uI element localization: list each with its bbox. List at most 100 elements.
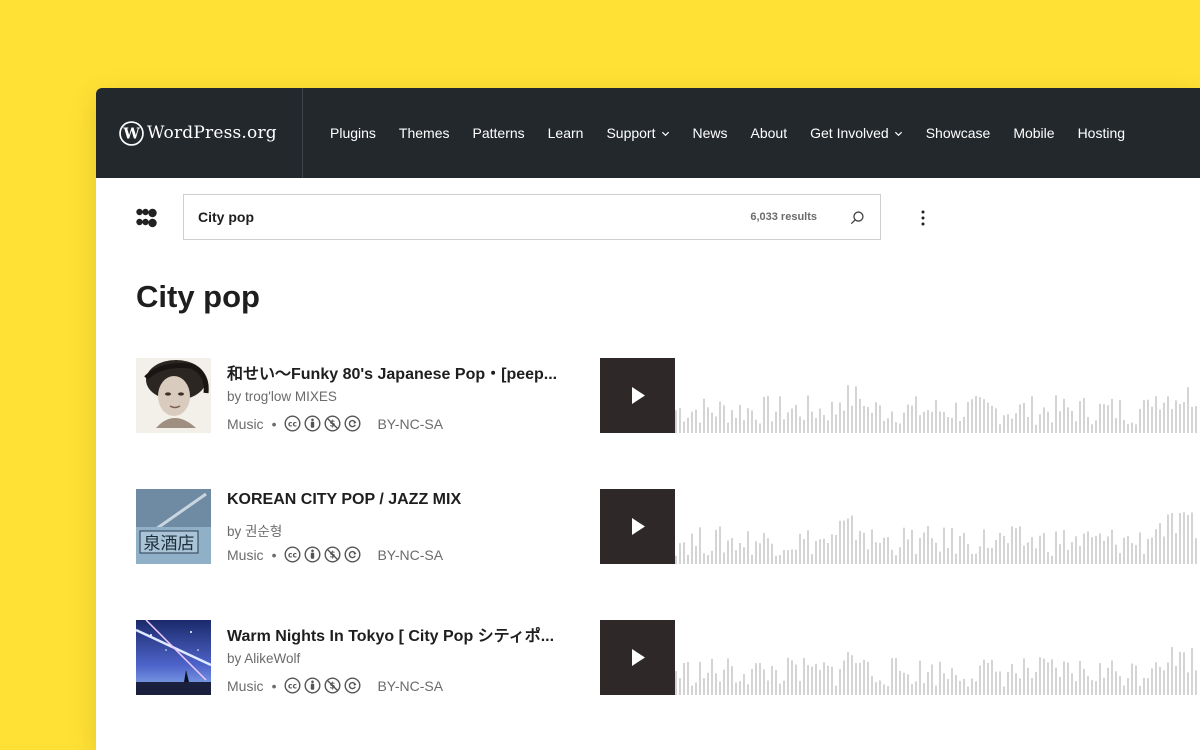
waveform-bar — [951, 668, 953, 695]
track-thumbnail[interactable] — [136, 358, 211, 433]
svg-text:cc: cc — [289, 419, 298, 428]
waveform-bar — [1155, 529, 1157, 564]
waveform-bar — [779, 683, 781, 695]
waveform-bar — [1071, 542, 1073, 564]
waveform-bar — [731, 538, 733, 564]
waveform-bar — [739, 404, 741, 433]
waveform-bar — [1103, 677, 1105, 695]
waveform-bar — [1171, 513, 1173, 564]
waveform-bar — [967, 686, 969, 695]
nav-label: News — [692, 125, 728, 141]
nav-about[interactable]: About — [751, 125, 788, 141]
track-license[interactable]: BY-NC-SA — [377, 678, 443, 694]
wordpress-logo-link[interactable]: W WordPress.org — [96, 88, 303, 178]
waveform-bar — [855, 386, 857, 433]
nav-showcase[interactable]: Showcase — [926, 125, 991, 141]
waveform-bar — [711, 412, 713, 433]
waveform-bar — [1195, 670, 1197, 695]
track-thumbnail[interactable] — [136, 620, 211, 695]
waveform[interactable] — [675, 620, 1200, 695]
play-button[interactable] — [600, 358, 675, 433]
track-author[interactable]: by 권순형 — [227, 520, 282, 540]
nav-themes[interactable]: Themes — [399, 125, 450, 141]
waveform-bar — [1147, 538, 1149, 564]
waveform-bar — [867, 661, 869, 695]
waveform-bar — [779, 555, 781, 564]
waveform-bar — [703, 398, 705, 433]
waveform-bar — [1179, 513, 1181, 564]
nav-label: Plugins — [330, 125, 376, 141]
waveform-bar — [1075, 536, 1077, 564]
waveform-bar — [743, 674, 745, 695]
waveform-bar — [819, 539, 821, 564]
license-icons[interactable]: cc $ — [284, 546, 364, 563]
waveform-bar — [1127, 423, 1129, 433]
waveform-bar — [1171, 409, 1173, 433]
waveform-bar — [743, 420, 745, 433]
track-author[interactable]: by AlikeWolf — [227, 651, 300, 666]
nav-mobile[interactable]: Mobile — [1013, 125, 1054, 141]
waveform-bar — [955, 402, 957, 433]
track-license[interactable]: BY-NC-SA — [377, 416, 443, 432]
waveform-bar — [1163, 670, 1165, 695]
waveform[interactable] — [675, 489, 1200, 564]
nav-plugins[interactable]: Plugins — [330, 125, 376, 141]
waveform-bar — [1043, 658, 1045, 695]
waveform[interactable] — [675, 358, 1200, 433]
waveform-bar — [1031, 678, 1033, 695]
waveform-bar — [711, 550, 713, 564]
waveform-bar — [719, 401, 721, 433]
nav-hosting[interactable]: Hosting — [1078, 125, 1125, 141]
waveform-bar — [1183, 402, 1185, 433]
more-vertical-icon[interactable] — [913, 208, 933, 228]
wordpress-logo-icon: W — [119, 120, 144, 146]
nav-news[interactable]: News — [693, 125, 728, 141]
audio-result-item[interactable]: 和せい〜Funky 80's Japanese Pop・[peep... by … — [136, 358, 1200, 434]
waveform-bar — [1195, 538, 1197, 564]
waveform-bar — [855, 663, 857, 695]
waveform-bar — [815, 663, 817, 695]
waveform-bar — [759, 423, 761, 433]
audio-result-item[interactable]: 泉酒店 KOREAN CITY POP / JAZZ MIX by 권순형 Mu… — [136, 489, 1200, 565]
nav-patterns[interactable]: Patterns — [473, 125, 525, 141]
search-input[interactable] — [198, 206, 718, 228]
license-icons[interactable]: cc $ — [284, 677, 364, 694]
result-count: 6,033 results — [750, 211, 817, 223]
track-title[interactable]: KOREAN CITY POP / JAZZ MIX — [227, 491, 572, 509]
waveform-bar — [851, 515, 853, 564]
waveform-bar — [899, 670, 901, 695]
track-author[interactable]: by trog'low MIXES — [227, 389, 337, 404]
nav-learn[interactable]: Learn — [548, 125, 584, 141]
waveform-bar — [1123, 537, 1125, 564]
track-thumbnail[interactable]: 泉酒店 — [136, 489, 211, 564]
waveform-bar — [1075, 681, 1077, 695]
search-icon[interactable] — [850, 210, 865, 225]
waveform-bar — [851, 655, 853, 695]
waveform-bar — [783, 419, 785, 433]
nav-get-involved[interactable]: Get Involved — [810, 125, 903, 141]
cc-sa-icon — [344, 415, 361, 432]
openverse-menu-icon[interactable] — [136, 208, 158, 230]
track-title[interactable]: 和せい〜Funky 80's Japanese Pop・[peep... — [227, 360, 572, 384]
waveform-bar — [951, 528, 953, 564]
waveform-bar — [843, 660, 845, 695]
waveform-bar — [1047, 552, 1049, 564]
nav-support[interactable]: Support — [606, 125, 669, 141]
waveform-bar — [1103, 540, 1105, 564]
audio-result-item[interactable]: Warm Nights In Tokyo [ City Pop シティポ... … — [136, 620, 1200, 696]
waveform-bar — [907, 674, 909, 695]
waveform-bar — [1155, 662, 1157, 695]
waveform-bar — [935, 685, 937, 695]
waveform-bar — [1067, 407, 1069, 433]
waveform-bar — [1095, 420, 1097, 433]
play-button[interactable] — [600, 489, 675, 564]
waveform-bar — [1059, 411, 1061, 433]
waveform-bar — [891, 658, 893, 695]
track-title[interactable]: Warm Nights In Tokyo [ City Pop シティポ... — [227, 622, 572, 646]
waveform-bar — [1023, 402, 1025, 433]
play-button[interactable] — [600, 620, 675, 695]
waveform-bar — [879, 680, 881, 695]
track-license[interactable]: BY-NC-SA — [377, 547, 443, 563]
license-icons[interactable]: cc $ — [284, 415, 364, 432]
waveform-bar — [723, 669, 725, 695]
